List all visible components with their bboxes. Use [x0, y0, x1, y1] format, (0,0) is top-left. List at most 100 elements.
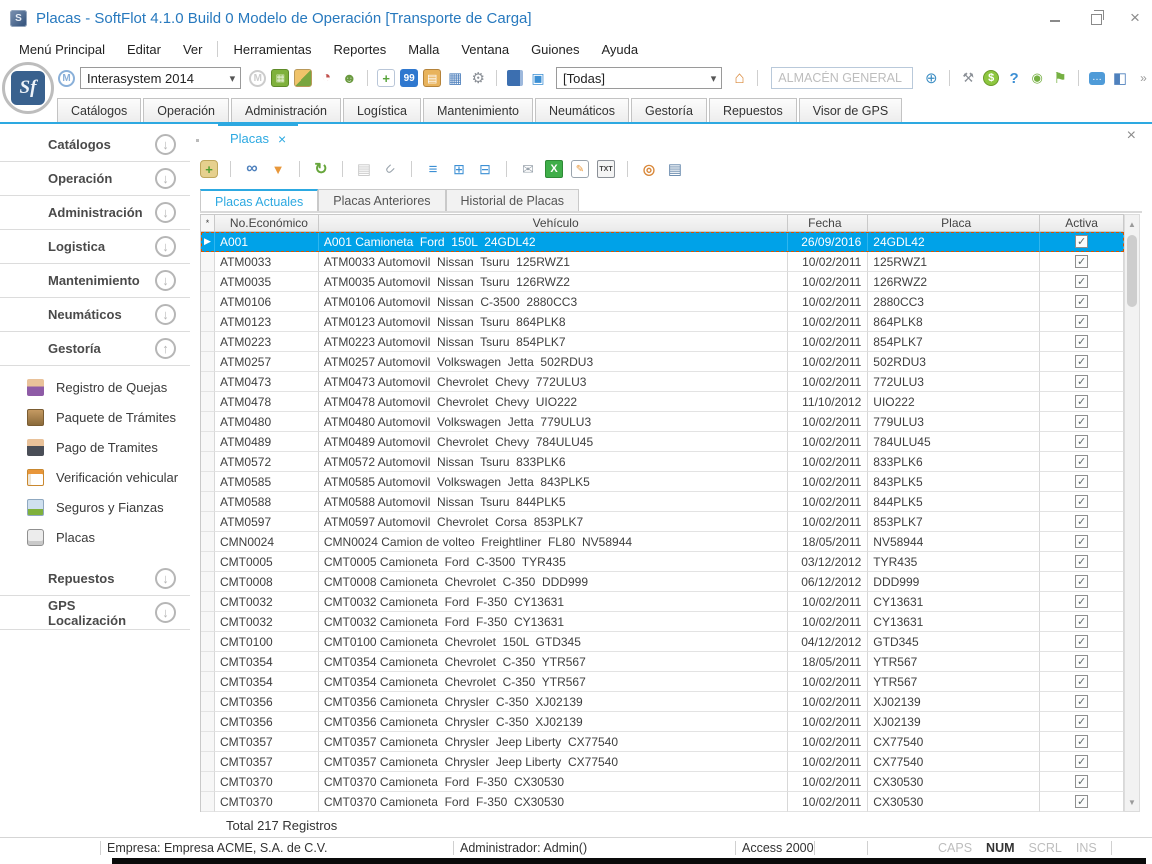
activa-checkbox[interactable]: ✓	[1075, 735, 1088, 748]
table-row[interactable]: CMT0032CMT0032 Camioneta Ford F-350 CY13…	[201, 612, 1124, 632]
users-icon[interactable]: ☻	[340, 69, 358, 87]
feedback-icon[interactable]: …	[1089, 72, 1105, 85]
table-row[interactable]: CMT0008CMT0008 Camioneta Chevrolet C-350…	[201, 572, 1124, 592]
sidebar-item-placas[interactable]: Placas	[0, 522, 190, 552]
menu-item-reportes[interactable]: Reportes	[323, 39, 398, 60]
close-button[interactable]: ×	[1128, 11, 1142, 25]
cascade-windows-icon[interactable]: ▣	[529, 69, 547, 87]
tab-close-icon[interactable]: ×	[278, 134, 286, 144]
document-area-close-icon[interactable]: ×	[1127, 129, 1136, 143]
activa-checkbox[interactable]: ✓	[1075, 335, 1088, 348]
restore-button[interactable]	[1088, 11, 1102, 25]
table-row[interactable]: ATM0473ATM0473 Automovil Chevrolet Chevy…	[201, 372, 1124, 392]
activa-checkbox[interactable]: ✓	[1075, 315, 1088, 328]
menu-item-malla[interactable]: Malla	[397, 39, 450, 60]
menu-item-menu-principal[interactable]: Menú Principal	[8, 39, 116, 60]
table-icon[interactable]: ▦	[446, 69, 464, 87]
book-icon[interactable]	[507, 70, 523, 86]
menu-item-herramientas[interactable]: Herramientas	[222, 39, 322, 60]
paste-icon[interactable]: ▤	[355, 160, 373, 178]
table-row[interactable]: ATM0585ATM0585 Automovil Volkswagen Jett…	[201, 472, 1124, 492]
grid-header-placa[interactable]: Placa	[868, 215, 1040, 231]
document-tab-placas[interactable]: Placas ×	[218, 124, 298, 151]
overflow-chevron-icon[interactable]: »	[1134, 69, 1152, 87]
sidebar-section-repuestos[interactable]: Repuestos↓	[0, 562, 190, 596]
activa-checkbox[interactable]: ✓	[1075, 435, 1088, 448]
scrollbar-thumb[interactable]	[1127, 235, 1137, 307]
table-row[interactable]: CMT0370CMT0370 Camioneta Ford F-350 CX30…	[201, 792, 1124, 812]
menu-item-editar[interactable]: Editar	[116, 39, 172, 60]
exit-icon[interactable]: ◧	[1111, 69, 1129, 87]
activa-checkbox[interactable]: ✓	[1075, 295, 1088, 308]
menu-item-ver[interactable]: Ver	[172, 39, 214, 60]
sidebar-section-gps-localizacion[interactable]: GPS Localización↓	[0, 596, 190, 630]
activa-checkbox[interactable]: ✓	[1075, 555, 1088, 568]
filter-funnel-icon[interactable]: ▼	[269, 160, 287, 178]
settings-icon[interactable]: ⚙	[469, 69, 487, 87]
activa-checkbox[interactable]: ✓	[1075, 275, 1088, 288]
table-row[interactable]: CMT0032CMT0032 Camioneta Ford F-350 CY13…	[201, 592, 1124, 612]
table-row[interactable]: ATM0572ATM0572 Automovil Nissan Tsuru 83…	[201, 452, 1124, 472]
activa-checkbox[interactable]: ✓	[1075, 235, 1088, 248]
batch-99-icon[interactable]: 99	[400, 69, 418, 87]
sidebar-item-paquete-de-tramites[interactable]: Paquete de Trámites	[0, 402, 190, 432]
binoculars-search-icon[interactable]: ∞	[243, 160, 261, 178]
grid-header-fecha[interactable]: Fecha	[788, 215, 868, 231]
menu-item-guiones[interactable]: Guiones	[520, 39, 590, 60]
bug-icon[interactable]: ◉	[1028, 69, 1046, 87]
activa-checkbox[interactable]: ✓	[1075, 655, 1088, 668]
table-row[interactable]: ATM0223ATM0223 Automovil Nissan Tsuru 85…	[201, 332, 1124, 352]
table-row[interactable]: ATM0257ATM0257 Automovil Volkswagen Jett…	[201, 352, 1124, 372]
currency-icon[interactable]: $	[983, 70, 999, 86]
table-row[interactable]: ATM0106ATM0106 Automovil Nissan C-3500 2…	[201, 292, 1124, 312]
table-row[interactable]: CMT0005CMT0005 Camioneta Ford C-3500 TYR…	[201, 552, 1124, 572]
activa-checkbox[interactable]: ✓	[1075, 595, 1088, 608]
clipboard-icon[interactable]: ▤	[423, 69, 441, 87]
activa-checkbox[interactable]: ✓	[1075, 635, 1088, 648]
vertical-scrollbar[interactable]: ▲ ▼	[1124, 214, 1140, 812]
sidebar-item-seguros-y-fianzas[interactable]: Seguros y Fianzas	[0, 492, 190, 522]
module-tab-visor-de-gps[interactable]: Visor de GPS	[799, 98, 903, 122]
activa-checkbox[interactable]: ✓	[1075, 575, 1088, 588]
attachment-icon[interactable]: ∪	[377, 156, 402, 181]
minimize-button[interactable]	[1048, 11, 1062, 25]
excel-export-icon[interactable]: X	[545, 160, 563, 178]
tree-add-icon[interactable]: ⊞	[450, 160, 468, 178]
archive-icon[interactable]: ▦	[271, 69, 289, 87]
company-combobox[interactable]: Interasystem 2014 ▾	[80, 67, 241, 89]
activa-checkbox[interactable]: ✓	[1075, 695, 1088, 708]
print-preview-icon[interactable]: ◎	[640, 160, 658, 178]
sidebar-section-gestoria[interactable]: Gestoría↑	[0, 332, 190, 366]
activa-checkbox[interactable]: ✓	[1075, 755, 1088, 768]
email-icon[interactable]: ✉	[519, 160, 537, 178]
module-tab-administracion[interactable]: Administración	[231, 98, 341, 122]
refresh-icon[interactable]: ↻	[312, 160, 330, 178]
home-icon[interactable]: ⌂	[730, 69, 748, 87]
activa-checkbox[interactable]: ✓	[1075, 395, 1088, 408]
table-row[interactable]: CMN0024CMN0024 Camion de volteo Freightl…	[201, 532, 1124, 552]
table-row[interactable]: ATM0035ATM0035 Automovil Nissan Tsuru 12…	[201, 272, 1124, 292]
subtab-placas-actuales[interactable]: Placas Actuales	[200, 189, 318, 212]
note-export-icon[interactable]: ✎	[571, 160, 589, 178]
globe-icon[interactable]: ⊕	[922, 69, 940, 87]
sidebar-section-operacion[interactable]: Operación↓	[0, 162, 190, 196]
tree-list-icon[interactable]: ≡	[424, 160, 442, 178]
activa-checkbox[interactable]: ✓	[1075, 615, 1088, 628]
subtab-historial-de-placas[interactable]: Historial de Placas	[446, 189, 580, 212]
tree-remove-icon[interactable]: ⊟	[476, 160, 494, 178]
sidebar-section-administracion[interactable]: Administración↓	[0, 196, 190, 230]
add-record-icon[interactable]: +	[200, 160, 218, 178]
activa-checkbox[interactable]: ✓	[1075, 795, 1088, 808]
module-tab-repuestos[interactable]: Repuestos	[709, 98, 797, 122]
module-tab-neumaticos[interactable]: Neumáticos	[535, 98, 629, 122]
table-row[interactable]: CMT0354CMT0354 Camioneta Chevrolet C-350…	[201, 672, 1124, 692]
sidebar-section-logistica[interactable]: Logistica↓	[0, 230, 190, 264]
activa-checkbox[interactable]: ✓	[1075, 455, 1088, 468]
flag-icon[interactable]: ⚑	[1051, 69, 1069, 87]
print-icon[interactable]: ▤	[666, 160, 684, 178]
sidebar-section-catalogos[interactable]: Catálogos↓	[0, 128, 190, 162]
table-row[interactable]: CMT0354CMT0354 Camioneta Chevrolet C-350…	[201, 652, 1124, 672]
table-row[interactable]: ATM0033ATM0033 Automovil Nissan Tsuru 12…	[201, 252, 1124, 272]
warehouse-input[interactable]	[771, 67, 913, 89]
table-row[interactable]: CMT0356CMT0356 Camioneta Chrysler C-350 …	[201, 712, 1124, 732]
